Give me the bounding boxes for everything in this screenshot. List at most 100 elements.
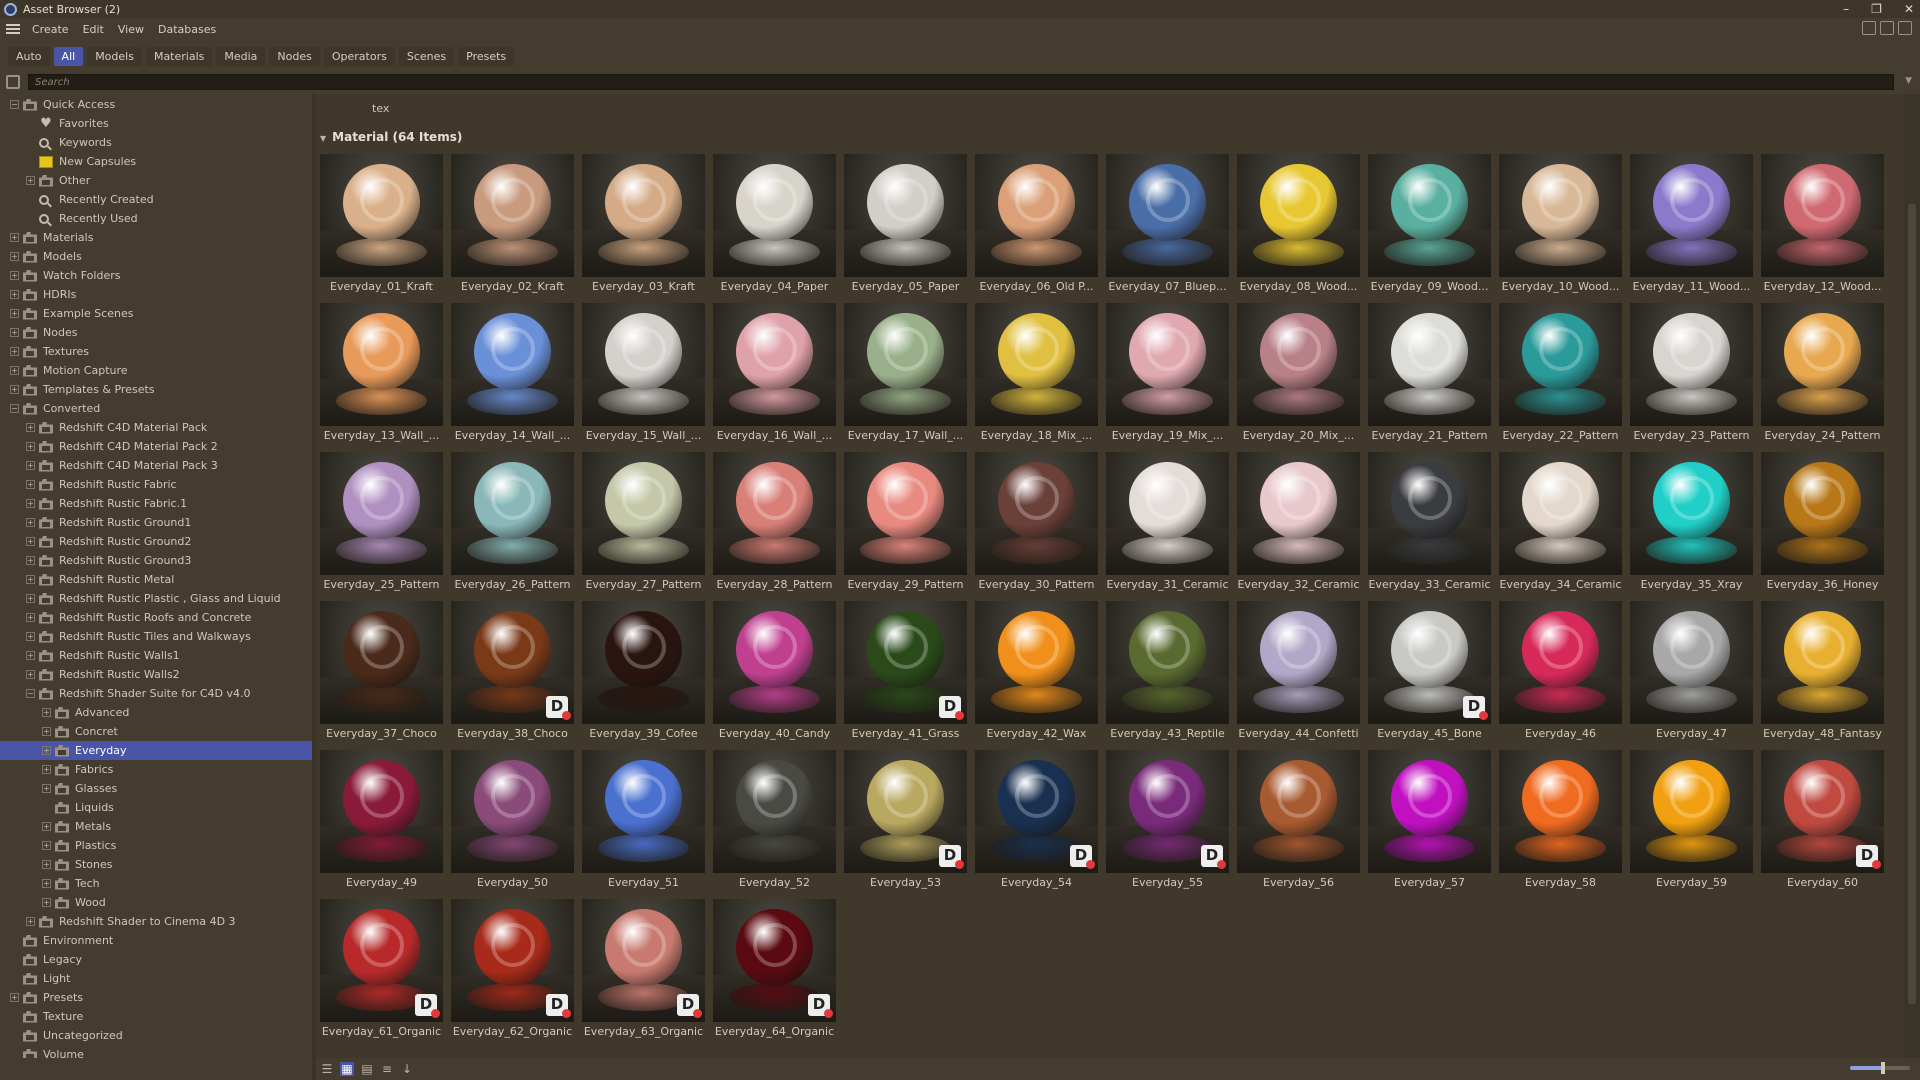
- expand-icon[interactable]: +: [10, 290, 19, 299]
- material-tile[interactable]: Everyday_15_Wall_...: [580, 301, 707, 447]
- tree-item[interactable]: + Templates & Presets: [10, 380, 155, 399]
- detail-list-icon[interactable]: ≡: [380, 1062, 394, 1076]
- tree-item[interactable]: ♥ Favorites: [26, 114, 109, 133]
- material-tile[interactable]: Everyday_04_Paper: [711, 152, 838, 298]
- material-tile[interactable]: Everyday_44_Confetti: [1235, 599, 1362, 745]
- tab-models[interactable]: Models: [87, 46, 142, 66]
- expand-icon[interactable]: +: [42, 860, 51, 869]
- expand-icon[interactable]: +: [42, 765, 51, 774]
- material-tile[interactable]: Everyday_36_Honey: [1759, 450, 1886, 596]
- material-tile[interactable]: Everyday_29_Pattern: [842, 450, 969, 596]
- close-icon[interactable]: ✕: [1904, 2, 1914, 16]
- material-tile[interactable]: Everyday_25_Pattern: [318, 450, 445, 596]
- tree-item[interactable]: + Redshift Rustic Ground1: [26, 513, 191, 532]
- tab-scenes[interactable]: Scenes: [398, 46, 455, 66]
- expand-icon[interactable]: +: [42, 708, 51, 717]
- material-tile[interactable]: Everyday_17_Wall_...: [842, 301, 969, 447]
- material-tile[interactable]: Everyday_11_Wood...: [1628, 152, 1755, 298]
- material-tile[interactable]: Everyday_09_Wood...: [1366, 152, 1493, 298]
- tab-materials[interactable]: Materials: [145, 46, 213, 66]
- material-tile[interactable]: Everyday_56: [1235, 748, 1362, 894]
- tree-item[interactable]: + Redshift C4D Material Pack: [26, 418, 207, 437]
- expand-icon[interactable]: +: [26, 594, 35, 603]
- material-tile[interactable]: Everyday_46: [1497, 599, 1624, 745]
- expand-icon[interactable]: +: [26, 461, 35, 470]
- tree-item[interactable]: − Redshift Shader Suite for C4D v4.0: [26, 684, 250, 703]
- material-tile[interactable]: Everyday_02_Kraft: [449, 152, 576, 298]
- tab-presets[interactable]: Presets: [458, 46, 515, 66]
- tab-all[interactable]: All: [53, 46, 84, 66]
- search-dropdown-icon[interactable]: ▼: [1905, 76, 1912, 86]
- material-tile[interactable]: D Everyday_61_Organic: [318, 897, 445, 1043]
- material-tile[interactable]: Everyday_35_Xray: [1628, 450, 1755, 596]
- tree-item[interactable]: + Motion Capture: [10, 361, 128, 380]
- material-tile[interactable]: Everyday_50: [449, 748, 576, 894]
- material-tile[interactable]: D Everyday_38_Choco: [449, 599, 576, 745]
- tree-item[interactable]: + Fabrics: [42, 760, 113, 779]
- material-tile[interactable]: D Everyday_64_Organic: [711, 897, 838, 1043]
- slider-knob[interactable]: [1881, 1062, 1885, 1074]
- tree-item[interactable]: Recently Created: [26, 190, 154, 209]
- tree-item[interactable]: + Redshift Rustic Ground2: [26, 532, 191, 551]
- material-tile[interactable]: D Everyday_55: [1104, 748, 1231, 894]
- material-tile[interactable]: Everyday_18_Mix_...: [973, 301, 1100, 447]
- expand-icon[interactable]: +: [42, 784, 51, 793]
- group-header[interactable]: ▼ Material (64 Items): [320, 130, 462, 144]
- expand-icon[interactable]: +: [26, 632, 35, 641]
- material-tile[interactable]: Everyday_32_Ceramic: [1235, 450, 1362, 596]
- material-tile[interactable]: D Everyday_45_Bone: [1366, 599, 1493, 745]
- tree-item[interactable]: + Materials: [10, 228, 93, 247]
- tree-item[interactable]: + Tech: [42, 874, 100, 893]
- material-tile[interactable]: Everyday_06_Old P...: [973, 152, 1100, 298]
- tree-item[interactable]: + Redshift Rustic Ground3: [26, 551, 191, 570]
- material-tile[interactable]: Everyday_22_Pattern: [1497, 301, 1624, 447]
- material-tile[interactable]: Everyday_21_Pattern: [1366, 301, 1493, 447]
- tree-item[interactable]: + Plastics: [42, 836, 116, 855]
- expand-icon[interactable]: +: [42, 727, 51, 736]
- material-tile[interactable]: Everyday_30_Pattern: [973, 450, 1100, 596]
- expand-icon[interactable]: +: [10, 385, 19, 394]
- material-tile[interactable]: Everyday_37_Choco: [318, 599, 445, 745]
- collapse-icon[interactable]: −: [26, 689, 35, 698]
- expand-icon[interactable]: +: [26, 423, 35, 432]
- detach-window-icon[interactable]: [1898, 21, 1912, 35]
- scrollbar-thumb[interactable]: [1908, 204, 1916, 1004]
- expand-icon[interactable]: +: [26, 651, 35, 660]
- minimize-icon[interactable]: –: [1843, 2, 1849, 16]
- menu-edit[interactable]: Edit: [83, 23, 104, 36]
- tree-item[interactable]: Recently Used: [26, 209, 138, 228]
- tree-item[interactable]: Environment: [10, 931, 113, 950]
- material-tile[interactable]: Everyday_20_Mix_...: [1235, 301, 1362, 447]
- material-tile[interactable]: Everyday_48_Fantasy: [1759, 599, 1886, 745]
- collapse-triangle-icon[interactable]: ▼: [320, 134, 326, 143]
- material-tile[interactable]: Everyday_03_Kraft: [580, 152, 707, 298]
- tree-item[interactable]: + Textures: [10, 342, 89, 361]
- material-tile[interactable]: D Everyday_62_Organic: [449, 897, 576, 1043]
- material-tile[interactable]: D Everyday_41_Grass: [842, 599, 969, 745]
- material-tile[interactable]: Everyday_24_Pattern: [1759, 301, 1886, 447]
- expand-icon[interactable]: +: [42, 841, 51, 850]
- collapse-icon[interactable]: −: [10, 404, 19, 413]
- tree-item[interactable]: + Redshift Rustic Walls2: [26, 665, 180, 684]
- material-tile[interactable]: Everyday_40_Candy: [711, 599, 838, 745]
- tab-nodes[interactable]: Nodes: [269, 46, 320, 66]
- material-tile[interactable]: Everyday_52: [711, 748, 838, 894]
- material-tile[interactable]: Everyday_05_Paper: [842, 152, 969, 298]
- tree-item[interactable]: Legacy: [10, 950, 82, 969]
- tree-item[interactable]: Texture: [10, 1007, 83, 1026]
- material-tile[interactable]: D Everyday_60: [1759, 748, 1886, 894]
- tree-item[interactable]: + Redshift Rustic Roofs and Concrete: [26, 608, 251, 627]
- thumbnail-size-slider[interactable]: [1850, 1062, 1910, 1074]
- tree-item[interactable]: + Everyday: [0, 741, 312, 760]
- tree-item[interactable]: Liquids: [42, 798, 114, 817]
- tree-item[interactable]: − Quick Access: [10, 95, 115, 114]
- tab-media[interactable]: Media: [216, 46, 266, 66]
- list-view-icon[interactable]: ☰: [320, 1062, 334, 1076]
- tree-item[interactable]: + Redshift C4D Material Pack 3: [26, 456, 218, 475]
- tree-item[interactable]: + Redshift Rustic Walls1: [26, 646, 180, 665]
- expand-icon[interactable]: +: [10, 309, 19, 318]
- material-tile[interactable]: Everyday_13_Wall_...: [318, 301, 445, 447]
- restore-icon[interactable]: ❐: [1871, 2, 1882, 16]
- expand-icon[interactable]: +: [10, 271, 19, 280]
- expand-icon[interactable]: +: [26, 442, 35, 451]
